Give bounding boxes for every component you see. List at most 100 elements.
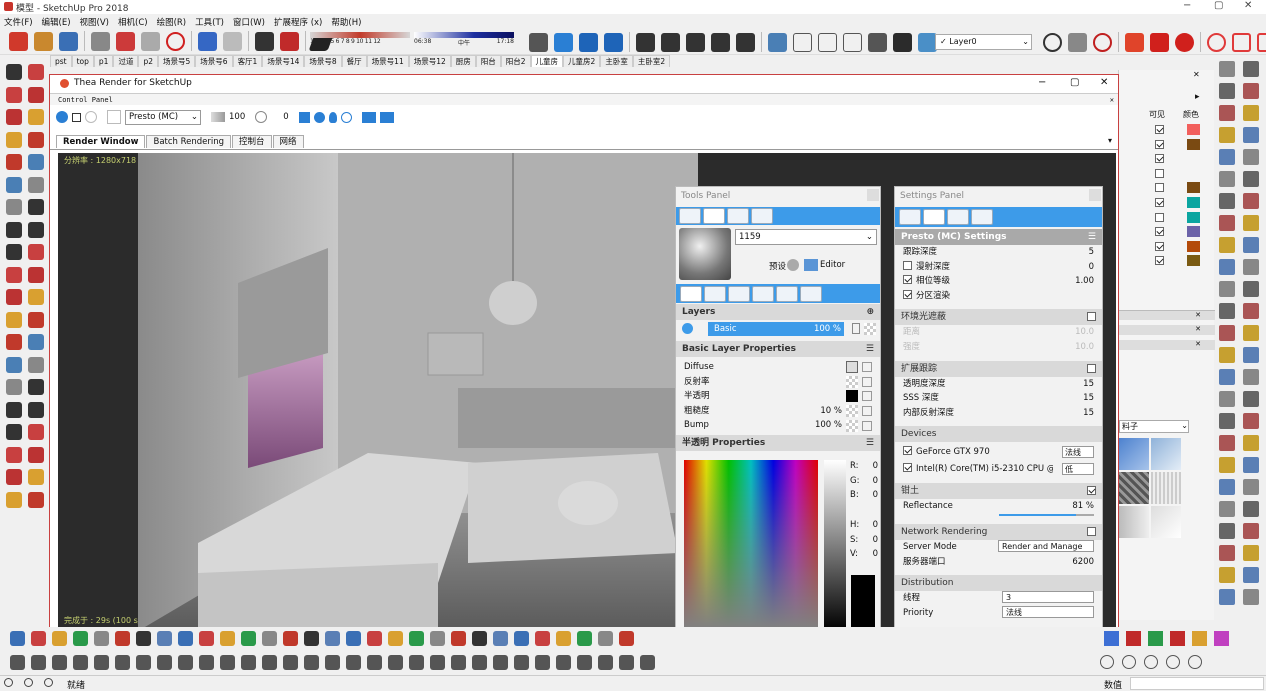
- tool-icon[interactable]: [28, 199, 44, 215]
- open-icon[interactable]: [34, 31, 53, 51]
- layer-color-swatch[interactable]: [1187, 255, 1200, 267]
- tool-icon[interactable]: [1219, 237, 1235, 253]
- layer-visible-checkbox[interactable]: [1155, 125, 1164, 134]
- tools-panel-close-button[interactable]: [867, 189, 879, 201]
- tool-icon[interactable]: [1243, 215, 1259, 231]
- bottom-tool-icon[interactable]: [619, 655, 634, 670]
- tool-icon[interactable]: [6, 401, 22, 418]
- setting-row[interactable]: 透明度深度 15: [895, 377, 1102, 392]
- material-tab-icon[interactable]: [703, 208, 725, 224]
- prop-map-icon[interactable]: [862, 376, 872, 387]
- tool-icon[interactable]: [1243, 83, 1259, 99]
- layer-color-swatch[interactable]: [1187, 182, 1200, 194]
- tool-icon[interactable]: [1219, 171, 1235, 187]
- prop-texture-icon[interactable]: [846, 419, 858, 432]
- tool-icon[interactable]: [6, 289, 22, 305]
- setting-row[interactable]: 强度 10.0: [895, 340, 1102, 355]
- settings-panel-close-button[interactable]: [1089, 189, 1101, 201]
- tool-icon[interactable]: [1243, 259, 1259, 275]
- monochrome-icon[interactable]: [893, 32, 912, 52]
- tool-icon[interactable]: [28, 311, 44, 328]
- ext-checkbox[interactable]: [1087, 363, 1096, 373]
- bottom-tool-icon[interactable]: [1192, 631, 1207, 646]
- delete-layer-icon[interactable]: [852, 323, 860, 334]
- menu-item[interactable]: 相机(C): [118, 16, 148, 28]
- tool-icon[interactable]: [6, 64, 22, 80]
- layer-color-swatch[interactable]: [1187, 138, 1200, 150]
- bottom-tool-icon[interactable]: [556, 655, 571, 670]
- top-view-icon[interactable]: [579, 32, 598, 52]
- bottom-tool-icon[interactable]: [367, 631, 382, 646]
- tool-icon[interactable]: [28, 424, 44, 440]
- house-icon[interactable]: [661, 32, 680, 52]
- bottom-tool-icon[interactable]: [241, 631, 256, 646]
- bottom-tool-icon[interactable]: [619, 631, 634, 646]
- tool-icon[interactable]: [1219, 567, 1235, 583]
- bottom-tool-icon[interactable]: [451, 655, 466, 670]
- geo-icon[interactable]: [4, 678, 13, 687]
- prop-row[interactable]: Diffuse: [676, 360, 880, 375]
- bottom-tool-icon[interactable]: [199, 631, 214, 646]
- scene-tab[interactable]: 主卧室: [600, 55, 633, 67]
- setting-row[interactable]: 分区渲染: [895, 289, 1102, 304]
- tool-icon[interactable]: [1219, 193, 1235, 209]
- tool-icon[interactable]: [1243, 435, 1259, 451]
- cut-icon[interactable]: [91, 31, 110, 51]
- minimize-button[interactable]: −: [1183, 0, 1191, 11]
- render-tab[interactable]: Batch Rendering: [146, 134, 232, 148]
- subtab5-icon[interactable]: [776, 286, 798, 302]
- bottom-tool-icon[interactable]: [1214, 631, 1229, 646]
- tool-icon[interactable]: [28, 491, 44, 508]
- bottom-tool-icon[interactable]: [178, 631, 193, 646]
- settings-gear-icon[interactable]: [1207, 32, 1226, 52]
- front-view-icon[interactable]: [604, 32, 623, 52]
- select-icon[interactable]: [9, 31, 28, 51]
- bottom-tool-icon[interactable]: [73, 631, 88, 646]
- textured-icon[interactable]: [868, 32, 887, 52]
- prop-texture-icon[interactable]: [846, 361, 858, 374]
- bottom-tool-icon[interactable]: [115, 655, 130, 670]
- bottom-tool-icon[interactable]: [1100, 655, 1114, 669]
- editor-label[interactable]: Editor: [820, 260, 845, 270]
- light-tab-icon[interactable]: [727, 208, 749, 224]
- priority-select[interactable]: 法线: [1002, 605, 1094, 618]
- device-checkbox[interactable]: [903, 446, 912, 456]
- bottom-tool-icon[interactable]: [367, 655, 382, 670]
- tool-icon[interactable]: [1243, 347, 1259, 363]
- bottom-tool-icon[interactable]: [598, 631, 613, 646]
- material-swatch[interactable]: [1151, 506, 1181, 538]
- tool-icon[interactable]: [1219, 281, 1235, 297]
- tool-icon[interactable]: [1219, 61, 1235, 77]
- tool-icon[interactable]: [28, 221, 44, 238]
- tool-icon[interactable]: [1243, 105, 1259, 121]
- prop-row[interactable]: 粗糙度 10 %: [676, 404, 880, 419]
- bottom-tool-icon[interactable]: [535, 631, 550, 646]
- tool-icon[interactable]: [28, 154, 44, 170]
- menu-item[interactable]: 视图(V): [80, 16, 109, 28]
- bottom-tool-icon[interactable]: [430, 631, 445, 646]
- scene-tab[interactable]: 餐厅: [341, 55, 367, 67]
- tool-icon[interactable]: [28, 379, 44, 395]
- bottom-tool-icon[interactable]: [388, 631, 403, 646]
- grid-icon[interactable]: [1232, 32, 1251, 52]
- thea-icon[interactable]: [1125, 32, 1144, 52]
- settings-tab4-icon[interactable]: [971, 209, 993, 225]
- settings-tab1-icon[interactable]: [899, 209, 921, 225]
- tool-icon[interactable]: [1219, 259, 1235, 275]
- bottom-tool-icon[interactable]: [472, 631, 487, 646]
- tool-icon[interactable]: [1219, 501, 1235, 517]
- layer-visible-checkbox[interactable]: [1155, 197, 1164, 207]
- layer-row[interactable]: [1155, 181, 1215, 196]
- layer-color-swatch[interactable]: [1187, 211, 1200, 223]
- house2-icon[interactable]: [686, 32, 705, 52]
- tool-icon[interactable]: [6, 244, 22, 260]
- tool-icon[interactable]: [1243, 149, 1259, 165]
- xray-icon[interactable]: [768, 32, 787, 52]
- layer-row[interactable]: [1155, 211, 1215, 226]
- tool-icon[interactable]: [1219, 325, 1235, 341]
- tool-icon[interactable]: [1243, 413, 1259, 429]
- layer-visible-checkbox[interactable]: [1155, 139, 1164, 149]
- setting-row[interactable]: SSS 深度 15: [895, 391, 1102, 406]
- scene-tab[interactable]: 儿童房: [530, 55, 564, 67]
- prop-map-icon[interactable]: [862, 391, 872, 402]
